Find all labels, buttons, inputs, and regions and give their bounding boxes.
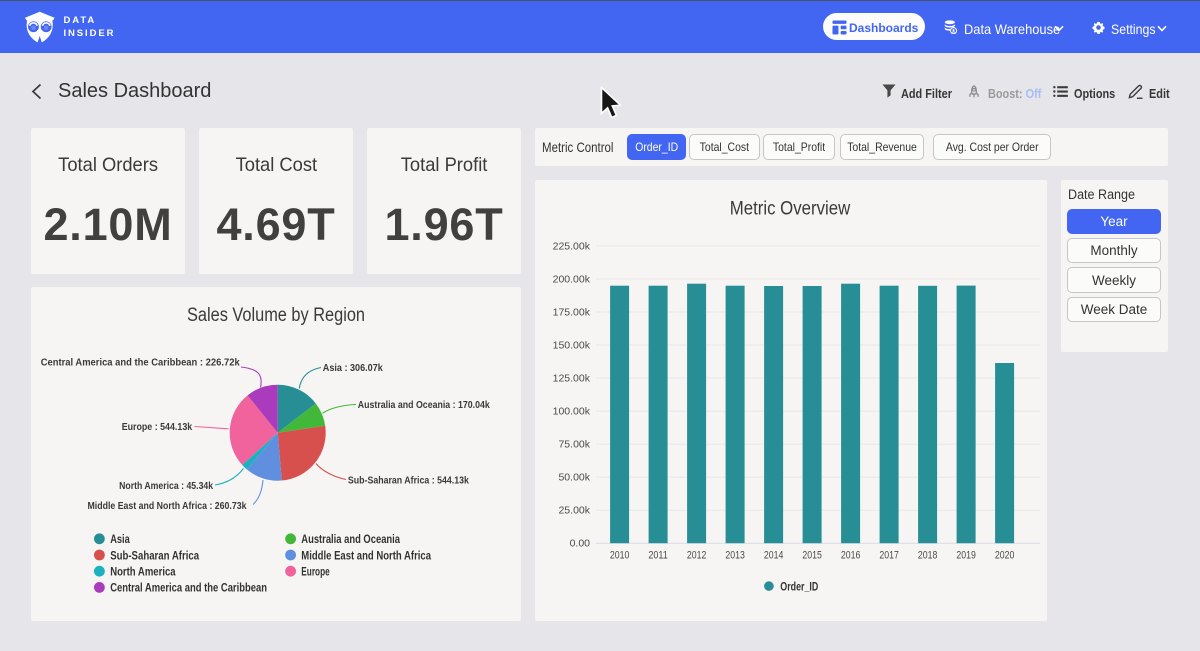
- svg-text:Australia and Oceania : 170.04: Australia and Oceania : 170.04k: [358, 399, 490, 411]
- svg-text:175.00k: 175.00k: [553, 307, 591, 319]
- svg-text:Middle East and North Africa :: Middle East and North Africa : 260.73k: [88, 500, 247, 512]
- svg-text:Central America and the Caribb: Central America and the Caribbean: [110, 581, 267, 595]
- svg-text:Sub-Saharan Africa: Sub-Saharan Africa: [110, 548, 199, 562]
- svg-text:North America : 45.34k: North America : 45.34k: [119, 480, 213, 492]
- svg-text:Europe : 544.13k: Europe : 544.13k: [122, 421, 193, 433]
- svg-text:200.00k: 200.00k: [553, 274, 591, 286]
- svg-text:Australia and Oceania: Australia and Oceania: [301, 532, 400, 546]
- svg-text:Asia : 306.07k: Asia : 306.07k: [323, 362, 383, 374]
- svg-text:2017: 2017: [879, 550, 899, 562]
- svg-text:Sub-Saharan Africa : 544.13k: Sub-Saharan Africa : 544.13k: [348, 474, 469, 486]
- svg-text:50.00k: 50.00k: [558, 472, 590, 484]
- svg-text:150.00k: 150.00k: [553, 340, 591, 352]
- svg-text:Asia: Asia: [110, 532, 130, 546]
- svg-text:100.00k: 100.00k: [553, 406, 591, 418]
- svg-text:25.00k: 25.00k: [558, 505, 590, 517]
- svg-text:125.00k: 125.00k: [553, 373, 591, 385]
- svg-text:75.00k: 75.00k: [558, 439, 590, 451]
- svg-text:2016: 2016: [841, 550, 861, 562]
- svg-text:2011: 2011: [648, 550, 668, 562]
- svg-text:2015: 2015: [802, 550, 822, 562]
- svg-text:Central America and the Caribb: Central America and the Caribbean : 226.…: [41, 357, 240, 369]
- svg-text:2014: 2014: [764, 550, 784, 562]
- svg-text:Metric Overview: Metric Overview: [730, 199, 851, 220]
- svg-text:Europe: Europe: [301, 565, 330, 579]
- svg-text:2019: 2019: [956, 550, 976, 562]
- svg-text:2012: 2012: [687, 550, 707, 562]
- svg-text:225.00k: 225.00k: [553, 240, 591, 252]
- svg-text:2018: 2018: [918, 550, 938, 562]
- svg-text:0.00: 0.00: [570, 538, 591, 550]
- svg-text:2010: 2010: [610, 550, 630, 562]
- svg-text:2020: 2020: [995, 550, 1015, 562]
- svg-text:Order_ID: Order_ID: [780, 579, 818, 593]
- svg-text:2013: 2013: [725, 550, 745, 562]
- svg-text:North America: North America: [110, 565, 176, 579]
- svg-text:Sales Volume by Region: Sales Volume by Region: [187, 305, 365, 326]
- svg-text:Middle East and North Africa: Middle East and North Africa: [301, 548, 431, 562]
